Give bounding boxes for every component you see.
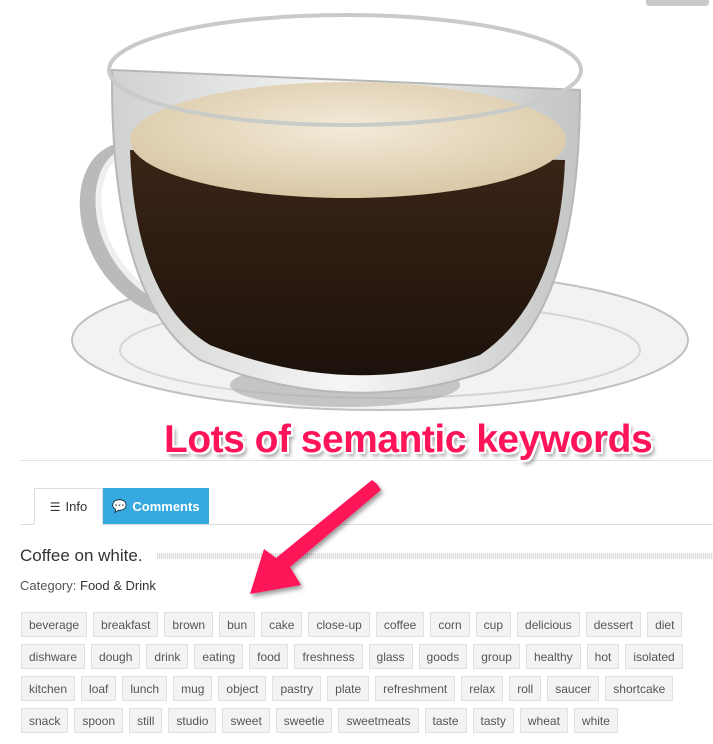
tag-spoon[interactable]: spoon [74, 708, 124, 733]
tag-lunch[interactable]: lunch [122, 676, 168, 701]
tag-kitchen[interactable]: kitchen [21, 676, 76, 701]
item-title: Coffee on white. [20, 546, 143, 565]
tag-snack[interactable]: snack [21, 708, 69, 733]
tab-info-label: Info [65, 499, 88, 514]
tag-healthy[interactable]: healthy [525, 644, 581, 669]
tab-comments[interactable]: 💬 Comments [103, 488, 209, 524]
tag-hot[interactable]: hot [586, 644, 620, 669]
tag-group[interactable]: group [473, 644, 520, 669]
tag-taste[interactable]: taste [424, 708, 467, 733]
tag-object[interactable]: object [218, 676, 267, 701]
list-icon: ☰ [49, 499, 61, 514]
tag-eating[interactable]: eating [194, 644, 244, 669]
tag-wheat[interactable]: wheat [519, 708, 568, 733]
tag-loaf[interactable]: loaf [81, 676, 117, 701]
tag-food[interactable]: food [249, 644, 289, 669]
tag-sweet[interactable]: sweet [222, 708, 270, 733]
comments-icon: 💬 [112, 499, 128, 513]
title-decorative-rule [156, 553, 713, 559]
tag-sweetmeats[interactable]: sweetmeats [338, 708, 419, 733]
tag-sweetie[interactable]: sweetie [275, 708, 333, 733]
tag-pastry[interactable]: pastry [272, 676, 322, 701]
annotation-callout: Lots of semantic keywords [164, 418, 653, 461]
tag-relax[interactable]: relax [461, 676, 504, 701]
tag-cup[interactable]: cup [475, 612, 512, 637]
tag-freshness[interactable]: freshness [294, 644, 363, 669]
tag-glass[interactable]: glass [368, 644, 413, 669]
tag-saucer[interactable]: saucer [547, 676, 600, 701]
category-label: Category: [20, 578, 77, 593]
tag-dough[interactable]: dough [91, 644, 141, 669]
tag-shortcake[interactable]: shortcake [605, 676, 674, 701]
tag-white[interactable]: white [573, 708, 618, 733]
tag-roll[interactable]: roll [509, 676, 542, 701]
tab-comments-label: Comments [132, 498, 200, 514]
tag-studio[interactable]: studio [168, 708, 217, 733]
tag-beverage[interactable]: beverage [21, 612, 88, 637]
tag-cake[interactable]: cake [261, 612, 303, 637]
tag-dishware[interactable]: dishware [21, 644, 86, 669]
tab-info[interactable]: ☰ Info [34, 488, 103, 525]
tab-bar: ☰ Info 💬 Comments [20, 488, 713, 525]
item-title-row: Coffee on white. [20, 544, 713, 568]
tag-bun[interactable]: bun [219, 612, 256, 637]
category-line: Category: Food & Drink [20, 578, 156, 593]
tag-drink[interactable]: drink [146, 644, 189, 669]
tag-delicious[interactable]: delicious [517, 612, 580, 637]
tag-isolated[interactable]: isolated [625, 644, 683, 669]
coffee-cup-photo [71, 13, 689, 411]
tag-brown[interactable]: brown [164, 612, 214, 637]
tag-corn[interactable]: corn [430, 612, 470, 637]
tag-breakfast[interactable]: breakfast [93, 612, 159, 637]
tag-dessert[interactable]: dessert [585, 612, 642, 637]
tag-mug[interactable]: mug [173, 676, 213, 701]
tag-diet[interactable]: diet [647, 612, 683, 637]
tag-goods[interactable]: goods [418, 644, 468, 669]
tag-refreshment[interactable]: refreshment [375, 676, 456, 701]
tag-close-up[interactable]: close-up [308, 612, 370, 637]
tag-coffee[interactable]: coffee [375, 612, 425, 637]
tag-list: beverage breakfast brown bun cake close-up cof… [21, 612, 713, 740]
tag-still[interactable]: still [129, 708, 163, 733]
tag-tasty[interactable]: tasty [472, 708, 514, 733]
category-link[interactable]: Food & Drink [80, 578, 156, 593]
tag-plate[interactable]: plate [327, 676, 370, 701]
